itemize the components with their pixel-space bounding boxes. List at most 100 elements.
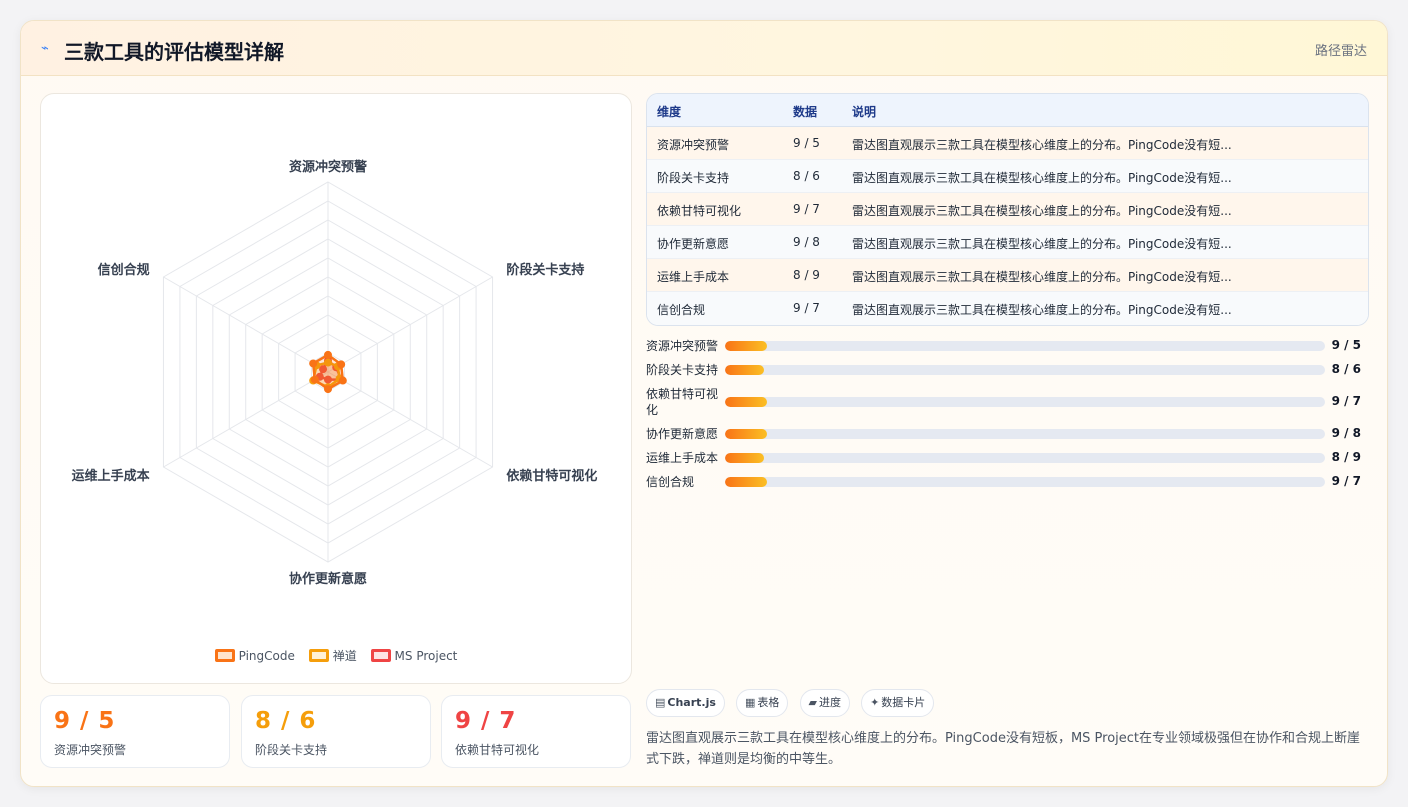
legend-swatch	[370, 649, 391, 662]
cell-dimension: 信创合规	[657, 303, 706, 317]
cell-note: 雷达图直观展示三款工具在模型核心维度上的分布。PingCode没有短...	[852, 237, 1232, 251]
data-point	[338, 376, 347, 385]
legend-label: MS Project	[394, 649, 458, 663]
chip-table[interactable]: ▦ 表格	[736, 689, 789, 717]
tech-chips: ▤ Chart.js ▦ 表格 ▰ 进度 ✦ 数据卡片	[646, 689, 940, 717]
cell-note: 雷达图直观展示三款工具在模型核心维度上的分布。PingCode没有短...	[852, 270, 1232, 284]
axis-label: 阶段关卡支持	[506, 262, 584, 278]
cell-data: 9 / 7	[793, 301, 820, 315]
progress-fill	[725, 453, 764, 463]
cell-note: 雷达图直观展示三款工具在模型核心维度上的分布。PingCode没有短...	[852, 138, 1232, 152]
progress-value: 9 / 5	[1331, 338, 1361, 352]
cell-data: 8 / 9	[793, 268, 820, 282]
data-point	[309, 359, 318, 368]
table-header: 维度 数据 说明	[647, 94, 1368, 127]
table-row[interactable]: 阶段关卡支持 8 / 6 雷达图直观展示三款工具在模型核心维度上的分布。Ping…	[647, 160, 1368, 193]
cell-data: 8 / 6	[793, 169, 820, 183]
progress-track	[725, 429, 1325, 439]
progress-fill	[725, 477, 767, 487]
data-point	[324, 350, 332, 359]
legend-item-chandao[interactable]: 禅道	[308, 647, 357, 664]
cell-dimension: 资源冲突预警	[657, 138, 730, 152]
axis-label: 信创合规	[98, 262, 150, 278]
legend-swatch	[214, 649, 235, 662]
chart-description: 雷达图直观展示三款工具在模型核心维度上的分布。PingCode没有短板，MS P…	[646, 731, 1361, 767]
stat-label: 阶段关卡支持	[255, 743, 328, 757]
cell-dimension: 运维上手成本	[657, 270, 730, 284]
axis-label: 协作更新意愿	[289, 571, 367, 587]
radar-chart-panel: 资源冲突预警阶段关卡支持 依赖甘特可视化协作更新意愿 运维上手成本 信创合规 Ping…	[40, 93, 632, 684]
stat-value: 8 / 6	[255, 708, 317, 734]
cell-data: 9 / 8	[793, 235, 820, 249]
progress-label: 协作更新意愿	[646, 427, 719, 441]
chip-progress[interactable]: ▰ 进度	[799, 689, 850, 717]
stat-value: 9 / 7	[455, 708, 517, 734]
progress-fill	[725, 397, 767, 407]
cell-note: 雷达图直观展示三款工具在模型核心维度上的分布。PingCode没有短...	[852, 204, 1232, 218]
legend-swatch	[308, 649, 329, 662]
stat-card: 9 / 7 依赖甘特可视化	[441, 695, 631, 768]
page-title: 三款工具的评估模型详解	[64, 40, 284, 64]
table-row[interactable]: 资源冲突预警 9 / 5 雷达图直观展示三款工具在模型核心维度上的分布。Ping…	[647, 127, 1368, 160]
cell-data: 9 / 7	[793, 202, 820, 216]
header-tag: 路径雷达	[1314, 44, 1367, 59]
cell-data: 9 / 5	[793, 136, 820, 150]
card-header: ⌁ 三款工具的评估模型详解 路径雷达	[21, 21, 1387, 76]
table-row[interactable]: 依赖甘特可视化 9 / 7 雷达图直观展示三款工具在模型核心维度上的分布。Pin…	[647, 193, 1368, 226]
progress-track	[725, 477, 1325, 487]
chip-label: 进度	[818, 696, 841, 709]
progress-track	[725, 341, 1325, 351]
data-point	[310, 375, 319, 384]
column-header-dimension: 维度	[657, 105, 682, 119]
axis-label: 资源冲突预警	[289, 159, 367, 175]
chip-chartjs[interactable]: ▤ Chart.js	[646, 689, 725, 717]
data-point	[337, 360, 346, 369]
progress-track	[725, 453, 1325, 463]
chart-line-icon: ⌁	[41, 41, 49, 56]
table-icon: ▦	[745, 696, 756, 709]
radar-chart: 资源冲突预警阶段关卡支持依赖甘特可视化协作更新意愿 运维上手成本 信创合规	[72, 159, 598, 587]
progress-value: 8 / 9	[1331, 450, 1361, 464]
cell-dimension: 阶段关卡支持	[657, 171, 730, 185]
progress-label: 信创合规	[646, 475, 695, 489]
table-row[interactable]: 协作更新意愿 9 / 8 雷达图直观展示三款工具在模型核心维度上的分布。Ping…	[647, 226, 1368, 259]
stat-card: 8 / 6 阶段关卡支持	[241, 695, 431, 768]
stat-label: 依赖甘特可视化	[455, 743, 540, 757]
progress-fill	[725, 365, 764, 375]
stat-value: 9 / 5	[54, 708, 116, 734]
progress-fill	[725, 341, 767, 351]
axis-label: 依赖甘特可视化	[506, 468, 597, 484]
progress-fill	[725, 429, 767, 439]
progress-value: 8 / 6	[1331, 362, 1361, 376]
progress-value: 9 / 7	[1331, 394, 1361, 408]
stat-card: 9 / 5 资源冲突预警	[40, 695, 230, 768]
chip-label: 表格	[757, 696, 780, 709]
progress-track	[725, 365, 1325, 375]
cell-note: 雷达图直观展示三款工具在模型核心维度上的分布。PingCode没有短...	[852, 171, 1232, 185]
chart-icon: ▤	[655, 696, 666, 709]
chip-data-card[interactable]: ✦ 数据卡片	[861, 689, 935, 717]
cell-dimension: 协作更新意愿	[657, 237, 730, 251]
dimension-table: 维度 数据 说明 资源冲突预警 9 / 5 雷达图直观展示三款工具在模型核心维度…	[646, 93, 1369, 326]
chip-label: Chart.js	[667, 696, 716, 709]
progress-value: 9 / 7	[1331, 474, 1361, 488]
column-header-note: 说明	[852, 105, 877, 119]
progress-label: 资源冲突预警	[646, 339, 719, 353]
chip-label: 数据卡片	[881, 696, 926, 709]
data-point	[324, 385, 332, 394]
progress-label: 阶段关卡支持	[646, 363, 719, 377]
axis-label: 运维上手成本	[72, 468, 150, 484]
legend-item-pingcode[interactable]: PingCode	[214, 649, 295, 663]
progress-icon: ▰	[808, 696, 817, 709]
cell-note: 雷达图直观展示三款工具在模型核心维度上的分布。PingCode没有短...	[852, 303, 1232, 317]
progress-value: 9 / 8	[1331, 426, 1361, 440]
table-row[interactable]: 运维上手成本 8 / 9 雷达图直观展示三款工具在模型核心维度上的分布。Ping…	[647, 259, 1368, 292]
table-row[interactable]: 信创合规 9 / 7 雷达图直观展示三款工具在模型核心维度上的分布。PingCo…	[647, 292, 1368, 325]
progress-bars: 资源冲突预警 9 / 5 阶段关卡支持 8 / 6 依赖甘特可视化 9 / 7 …	[646, 335, 1369, 495]
progress-label: 运维上手成本	[646, 451, 719, 465]
sparkle-icon: ✦	[870, 696, 880, 709]
evaluation-card: ⌁ 三款工具的评估模型详解 路径雷达 资源冲突预警 阶段关卡支持 依赖甘特可视化 协作…	[20, 20, 1388, 787]
series-area	[311, 353, 345, 391]
legend-item-ms-project[interactable]: MS Project	[370, 649, 458, 663]
legend-label: PingCode	[238, 649, 295, 663]
